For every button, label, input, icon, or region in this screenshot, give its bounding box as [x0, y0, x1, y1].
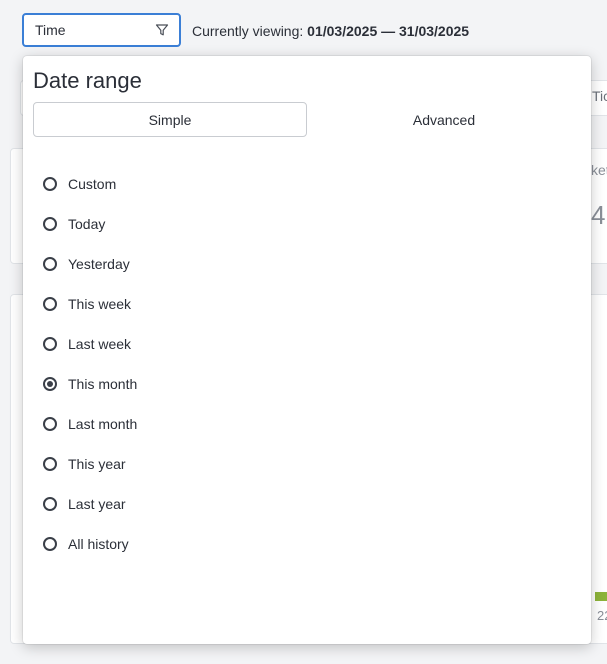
filter-icon — [155, 24, 169, 36]
background-stat-label: ket — [591, 162, 607, 178]
popover-title: Date range — [33, 68, 142, 93]
option-this-week[interactable]: This week — [43, 284, 137, 324]
tab-simple[interactable]: Simple — [33, 102, 307, 137]
background-chart-bar — [595, 592, 607, 601]
option-today[interactable]: Today — [43, 204, 137, 244]
background-axis-label: 22 — [597, 608, 607, 623]
option-custom[interactable]: Custom — [43, 164, 137, 204]
tab-advanced[interactable]: Advanced — [307, 102, 581, 137]
time-filter-label: Time — [35, 22, 66, 38]
date-range-options: Custom Today Yesterday This week Last we… — [43, 164, 137, 564]
radio-button-checked[interactable] — [43, 377, 57, 391]
currently-viewing-prefix: Currently viewing: — [192, 23, 304, 39]
radio-button[interactable] — [43, 417, 57, 431]
option-yesterday[interactable]: Yesterday — [43, 244, 137, 284]
option-label: Today — [68, 216, 106, 232]
currently-viewing-text: Currently viewing: 01/03/2025 — 31/03/20… — [192, 23, 469, 39]
option-label: Last month — [68, 416, 138, 432]
option-last-month[interactable]: Last month — [43, 404, 137, 444]
radio-button[interactable] — [43, 457, 57, 471]
page: Tic ket 4 22 Time Currently viewing: 01/… — [0, 0, 607, 664]
radio-button[interactable] — [43, 177, 57, 191]
option-label: This week — [68, 296, 132, 312]
background-stat-value: 4 — [591, 200, 606, 230]
option-label: Last year — [68, 496, 126, 512]
radio-button[interactable] — [43, 537, 57, 551]
currently-viewing-range: 01/03/2025 — 31/03/2025 — [307, 23, 470, 39]
option-this-month[interactable]: This month — [43, 364, 137, 404]
time-filter-select[interactable]: Time — [22, 13, 181, 47]
option-label: This month — [68, 376, 138, 392]
option-label: Yesterday — [68, 256, 130, 272]
option-label: Last week — [68, 336, 132, 352]
option-label: Custom — [68, 176, 117, 192]
option-last-year[interactable]: Last year — [43, 484, 137, 524]
option-label: All history — [68, 536, 129, 552]
radio-button[interactable] — [43, 257, 57, 271]
radio-button[interactable] — [43, 297, 57, 311]
radio-button[interactable] — [43, 497, 57, 511]
radio-button[interactable] — [43, 337, 57, 351]
date-range-popover: Date range Simple Advanced Custom Today … — [23, 56, 591, 644]
background-tab-label[interactable]: Tic — [592, 88, 607, 104]
option-last-week[interactable]: Last week — [43, 324, 137, 364]
option-all-history[interactable]: All history — [43, 524, 137, 564]
option-label: This year — [68, 456, 126, 472]
radio-button[interactable] — [43, 217, 57, 231]
option-this-year[interactable]: This year — [43, 444, 137, 484]
date-range-tabs: Simple Advanced — [33, 102, 581, 137]
